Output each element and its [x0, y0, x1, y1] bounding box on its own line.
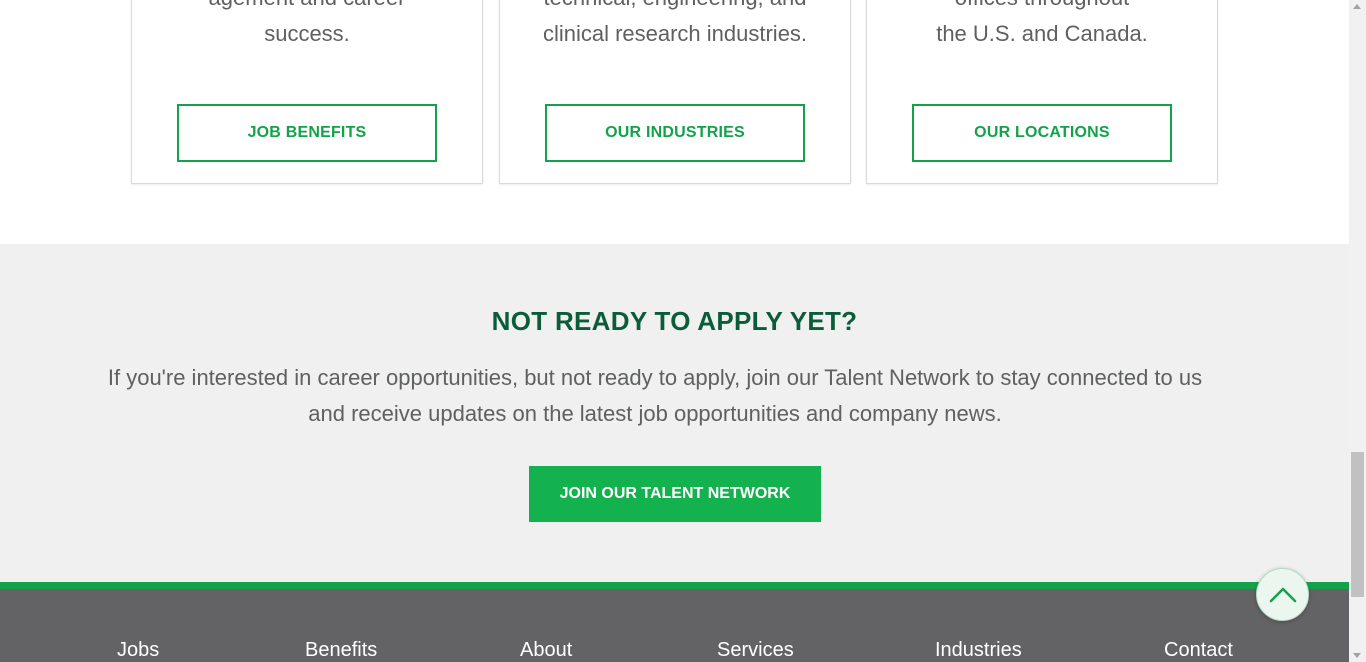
card-benefits: agement and career success. JOB BENEFITS [131, 0, 483, 184]
scroll-down-arrow-icon[interactable] [1353, 653, 1361, 658]
section-body-text: If you're interested in career opportuni… [107, 365, 1203, 426]
card-description: technical, engineering, and clinical res… [500, 0, 850, 52]
card-description-line: clinical research industries. [542, 21, 808, 46]
card-description-line: agement and career [132, 0, 482, 16]
footer-accent-bar [0, 582, 1349, 589]
join-talent-network-button[interactable]: JOIN OUR TALENT NETWORK [529, 466, 821, 522]
our-locations-button[interactable]: OUR LOCATIONS [912, 104, 1172, 162]
card-description: offices throughout the U.S. and Canada. [867, 0, 1217, 52]
footer-link-industries[interactable]: Industries [935, 639, 1022, 662]
card-description-line: offices throughout [867, 0, 1217, 16]
card-description-line: the U.S. and Canada. [936, 21, 1148, 46]
info-cards-section: agement and career success. JOB BENEFITS… [0, 0, 1349, 244]
footer-link-benefits[interactable]: Benefits [305, 639, 377, 662]
job-benefits-button[interactable]: JOB BENEFITS [177, 104, 437, 162]
vertical-scrollbar[interactable] [1349, 0, 1366, 662]
footer-link-services[interactable]: Services [717, 639, 794, 662]
card-description: agement and career success. [132, 0, 482, 52]
scrollbar-thumb[interactable] [1351, 452, 1364, 597]
page: agement and career success. JOB BENEFITS… [0, 0, 1349, 662]
footer: Jobs Benefits About Services Industries … [0, 589, 1349, 662]
section-heading: NOT READY TO APPLY YET? [491, 306, 858, 336]
footer-link-jobs[interactable]: Jobs [117, 639, 159, 662]
card-industries: technical, engineering, and clinical res… [499, 0, 851, 184]
card-locations: offices throughout the U.S. and Canada. … [866, 0, 1218, 184]
card-description-line: success. [264, 21, 350, 46]
scroll-up-arrow-icon[interactable] [1353, 4, 1361, 9]
chevron-up-icon [1269, 587, 1296, 602]
back-to-top-button[interactable] [1256, 568, 1309, 621]
footer-link-contact[interactable]: Contact [1164, 639, 1233, 662]
talent-network-section: NOT READY TO APPLY YET? If you're intere… [0, 244, 1349, 582]
card-description-line: technical, engineering, and [500, 0, 850, 16]
our-industries-button[interactable]: OUR INDUSTRIES [545, 104, 805, 162]
footer-link-about[interactable]: About [520, 639, 572, 662]
